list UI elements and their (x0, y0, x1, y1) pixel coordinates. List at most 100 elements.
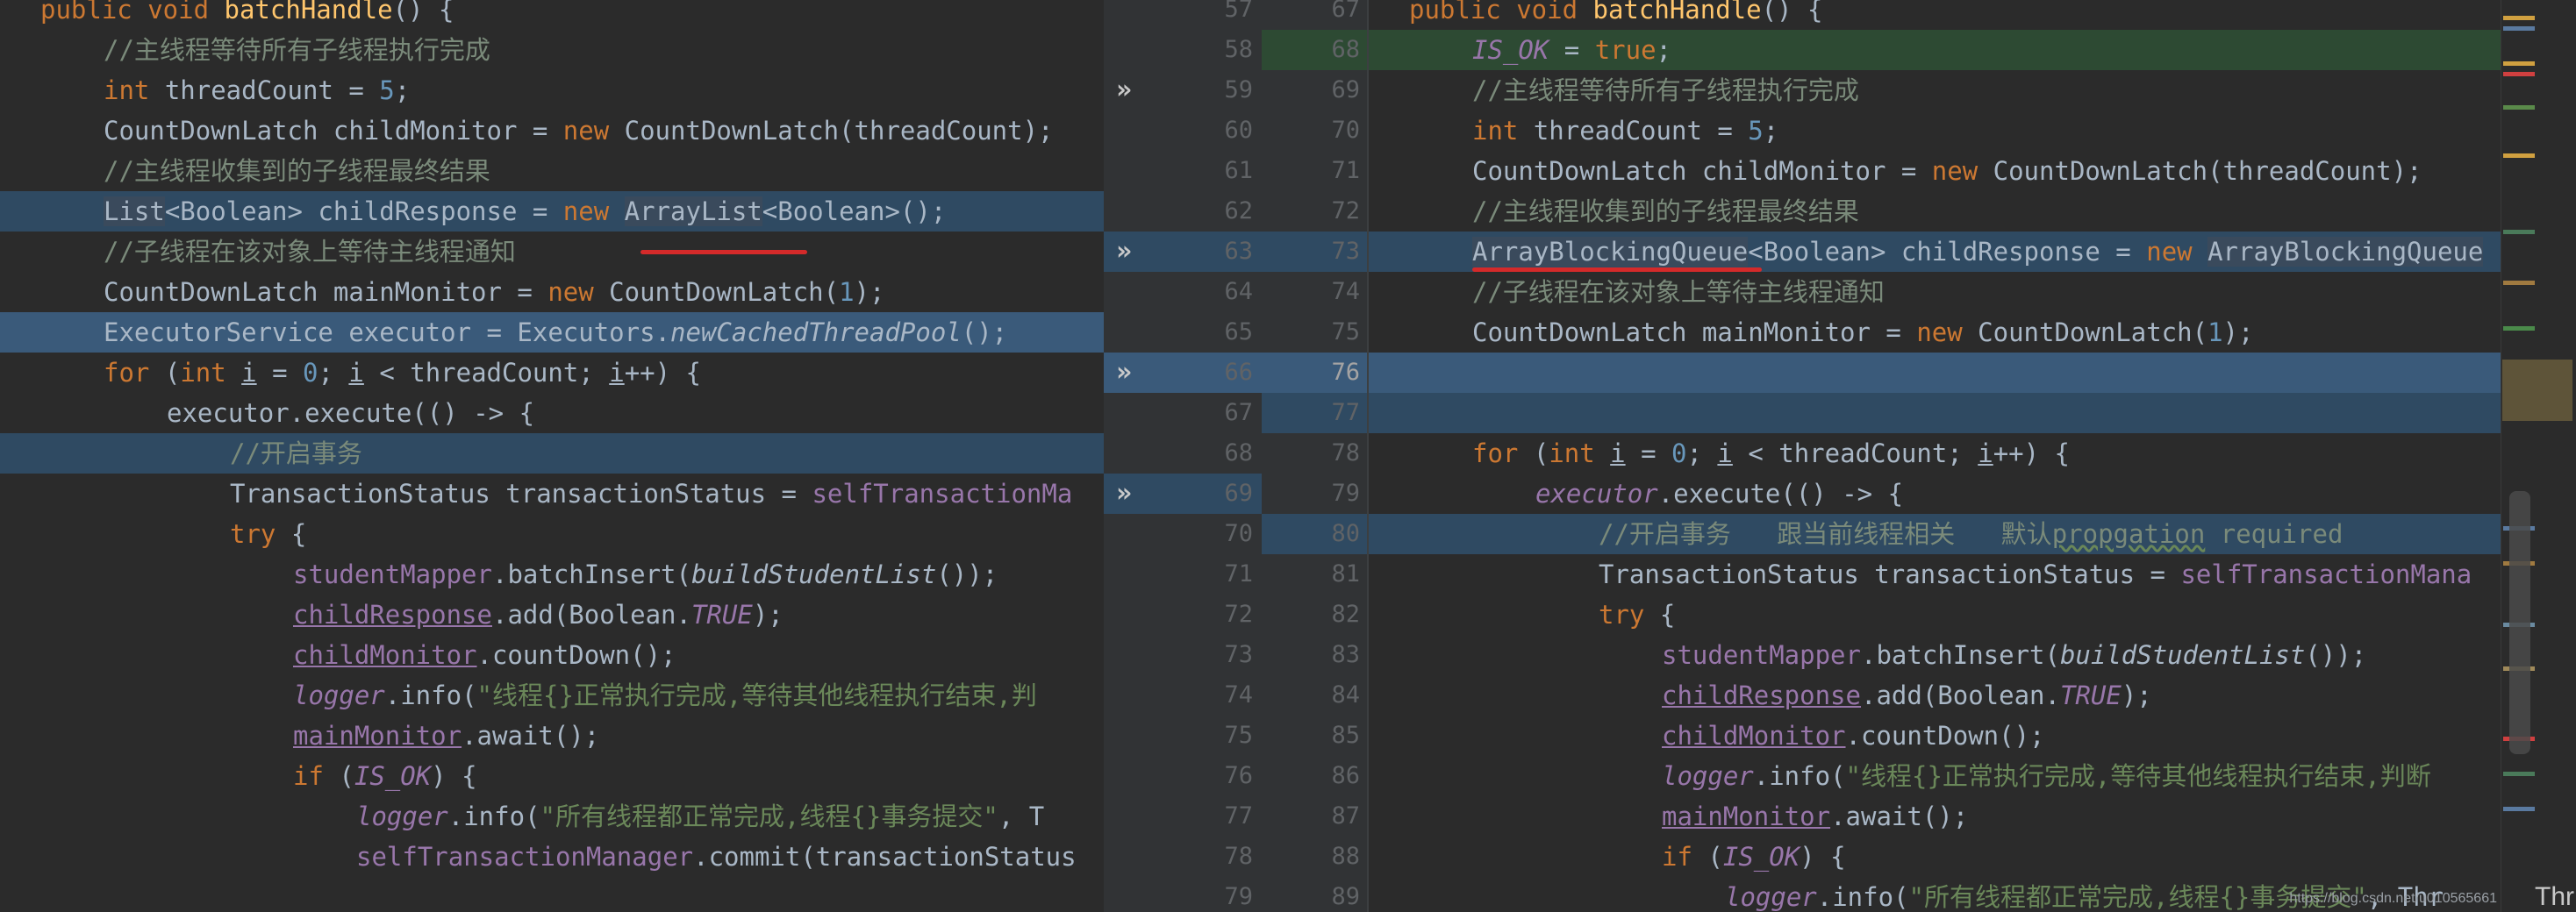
left-code-line[interactable]: logger.info("线程{}正常执行完成,等待其他线程执行结束,判 (0, 675, 1104, 716)
line-number: 72 (1224, 601, 1253, 628)
error-stripe-mark[interactable] (2503, 105, 2535, 110)
line-number: 74 (1331, 278, 1360, 305)
line-number: 57 (1224, 0, 1253, 23)
error-stripe-mark[interactable] (2503, 153, 2535, 158)
line-number: 61 (1224, 157, 1253, 184)
line-number: 69 (1331, 76, 1360, 103)
left-code-line[interactable]: mainMonitor.await(); (0, 716, 1104, 756)
line-number: 58 (1224, 36, 1253, 63)
left-code-line[interactable]: TransactionStatus transactionStatus = se… (0, 474, 1104, 514)
apply-change-icon[interactable]: » (1116, 70, 1132, 110)
error-stripe-mark[interactable] (2503, 326, 2535, 331)
right-code-line[interactable]: CountDownLatch mainMonitor = new CountDo… (1369, 312, 2501, 353)
left-code-line[interactable]: try { (0, 514, 1104, 554)
right-code-line[interactable]: //主线程收集到的子线程最终结果 (1369, 191, 2501, 232)
right-editor-pane[interactable]: public void batchHandle() {IS_OK = true;… (1367, 0, 2501, 912)
error-stripe-mark[interactable] (2503, 26, 2535, 31)
line-number: 89 (1331, 883, 1360, 910)
left-code-line[interactable]: for (int i = 0; i < threadCount; i++) { (0, 353, 1104, 393)
left-code-line[interactable]: if (IS_OK) { (0, 756, 1104, 796)
left-code-line[interactable]: //子线程在该对象上等待主线程通知 (0, 232, 1104, 272)
right-code-line[interactable] (1369, 353, 2501, 393)
right-code-line[interactable]: executor.execute(() -> { (1369, 474, 2501, 514)
error-stripe-mark[interactable] (2503, 16, 2535, 20)
right-code-line[interactable]: if (IS_OK) { (1369, 837, 2501, 877)
right-code-line[interactable]: IS_OK = true; (1369, 30, 2501, 70)
right-code-line[interactable]: logger.info("线程{}正常执行完成,等待其他线程执行结束,判断 (1369, 756, 2501, 796)
left-code-line[interactable]: studentMapper.batchInsert(buildStudentLi… (0, 554, 1104, 595)
line-number: 62 (1224, 197, 1253, 224)
right-line-gutter: 67 68 69 70 71 72 73 74 75 76 77 78 79 80 81 82 83 84 85 86… (1262, 0, 1367, 912)
left-code-line[interactable]: List<Boolean> childResponse = new ArrayL… (0, 191, 1104, 232)
line-number: 76 (1224, 762, 1253, 789)
right-code-line[interactable]: for (int i = 0; i < threadCount; i++) { (1369, 433, 2501, 474)
left-line-gutter: 57 58 59» 60 61 62 63» 64 65 66» 67 68 69» 70 71 72 73 74… (1104, 0, 1262, 912)
line-number: 79 (1224, 883, 1253, 910)
line-number: 73 (1331, 238, 1360, 265)
line-number: 84 (1331, 681, 1360, 709)
left-code-line[interactable]: childMonitor.countDown(); (0, 635, 1104, 675)
left-code-line[interactable]: //开启事务 (0, 433, 1104, 474)
right-code-line[interactable]: TransactionStatus transactionStatus = se… (1369, 554, 2501, 595)
line-number: 75 (1331, 318, 1360, 346)
line-number: 70 (1331, 117, 1360, 144)
left-code-line[interactable]: //主线程等待所有子线程执行完成 (0, 30, 1104, 70)
left-code-line[interactable]: ExecutorService executor = Executors.new… (0, 312, 1104, 353)
line-number: 85 (1331, 722, 1360, 749)
left-code-line[interactable]: int threadCount = 5; (0, 70, 1104, 110)
error-stripe-mark[interactable] (2503, 230, 2535, 234)
left-code-line[interactable]: logger.info("所有线程都正常完成,线程{}事务提交", T (0, 796, 1104, 837)
apply-change-icon[interactable]: » (1116, 353, 1132, 393)
right-code-line[interactable]: public void batchHandle() { (1369, 0, 2501, 30)
error-stripe[interactable] (2501, 0, 2576, 912)
error-stripe-mark[interactable] (2503, 72, 2535, 76)
right-code-line[interactable] (1369, 393, 2501, 433)
line-number: 82 (1331, 601, 1360, 628)
right-code-line[interactable]: childMonitor.countDown(); (1369, 716, 2501, 756)
right-code-line[interactable]: ArrayBlockingQueue<Boolean> childRespons… (1369, 232, 2501, 272)
error-stripe-mark[interactable] (2503, 772, 2535, 776)
left-editor-pane[interactable]: public void batchHandle() {//主线程等待所有子线程执… (0, 0, 1104, 912)
left-code-line[interactable]: CountDownLatch childMonitor = new CountD… (0, 110, 1104, 151)
red-annotation-underline (640, 250, 807, 254)
right-code-line[interactable]: //主线程等待所有子线程执行完成 (1369, 70, 2501, 110)
left-code-line[interactable]: executor.execute(() -> { (0, 393, 1104, 433)
left-code-line[interactable]: selfTransactionManager.commit(transactio… (0, 837, 1104, 877)
right-code-line[interactable]: childResponse.add(Boolean.TRUE); (1369, 675, 2501, 716)
line-number: 76 (1331, 359, 1360, 386)
line-number: 77 (1331, 399, 1360, 426)
error-stripe-mark[interactable] (2503, 61, 2535, 66)
red-annotation-underline (1472, 267, 1762, 272)
line-number: 71 (1224, 560, 1253, 588)
line-number: 86 (1331, 762, 1360, 789)
right-code-line[interactable]: CountDownLatch childMonitor = new CountD… (1369, 151, 2501, 191)
right-code-line[interactable]: //子线程在该对象上等待主线程通知 (1369, 272, 2501, 312)
line-number: 80 (1331, 520, 1360, 547)
line-number: 65 (1224, 318, 1253, 346)
vertical-scrollbar[interactable] (2509, 491, 2530, 754)
scroll-position-marker (2502, 360, 2572, 421)
line-number: 77 (1224, 802, 1253, 830)
left-code-line[interactable]: CountDownLatch mainMonitor = new CountDo… (0, 272, 1104, 312)
line-number: 71 (1331, 157, 1360, 184)
right-code-line[interactable]: studentMapper.batchInsert(buildStudentLi… (1369, 635, 2501, 675)
line-number: 75 (1224, 722, 1253, 749)
left-code-line[interactable]: //主线程收集到的子线程最终结果 (0, 151, 1104, 191)
line-number: 73 (1224, 641, 1253, 668)
line-number: 81 (1331, 560, 1360, 588)
right-code-line[interactable]: int threadCount = 5; (1369, 110, 2501, 151)
error-stripe-mark[interactable] (2503, 807, 2535, 811)
apply-change-icon[interactable]: » (1116, 474, 1132, 514)
error-stripe-mark[interactable] (2503, 281, 2535, 285)
line-number: 67 (1224, 399, 1253, 426)
right-code-line[interactable]: try { (1369, 595, 2501, 635)
apply-change-icon[interactable]: » (1116, 232, 1132, 272)
left-code-line[interactable]: public void batchHandle() { (0, 0, 1104, 30)
line-number: 68 (1224, 439, 1253, 467)
right-code-line[interactable]: mainMonitor.await(); (1369, 796, 2501, 837)
overflow-text: Thr (2535, 882, 2574, 911)
watermark: https://blog.csdn.net/u010565661 (2289, 891, 2497, 906)
right-code-line[interactable]: //开启事务 跟当前线程相关 默认propgation required (1369, 514, 2501, 554)
line-number: 68 (1331, 36, 1360, 63)
left-code-line[interactable]: childResponse.add(Boolean.TRUE); (0, 595, 1104, 635)
